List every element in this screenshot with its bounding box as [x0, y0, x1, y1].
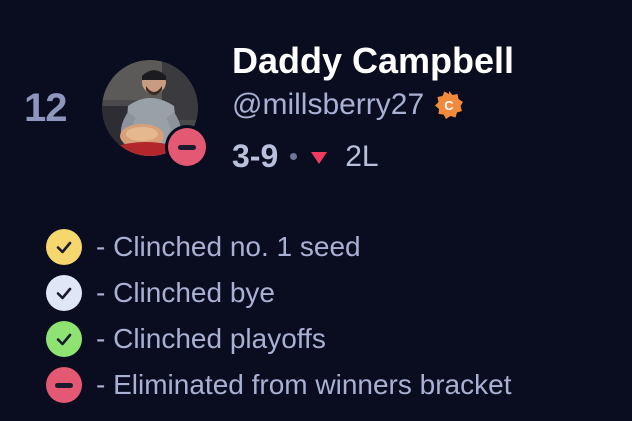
check-icon: [46, 321, 82, 357]
team-name[interactable]: Daddy Campbell: [232, 40, 514, 82]
record-row: 3-9 2L: [232, 138, 379, 175]
team-avatar-wrap[interactable]: [102, 60, 209, 169]
legend-label: - Clinched playoffs: [96, 323, 326, 354]
legend-label: - Clinched bye: [96, 277, 275, 308]
legend-label: - Eliminated from winners bracket: [96, 369, 512, 400]
legend-item-clinched-top-seed: - Clinched no. 1 seed: [46, 224, 511, 270]
commissioner-badge-icon: C: [434, 90, 464, 120]
legend-label: - Clinched no. 1 seed: [96, 231, 361, 262]
team-streak: 2L: [345, 139, 379, 173]
user-handle[interactable]: @millsberry27: [232, 88, 424, 122]
separator-dot: [290, 153, 298, 160]
commissioner-badge-letter: C: [444, 98, 454, 113]
check-icon: [46, 229, 82, 265]
streak-down-arrow-icon: [311, 151, 328, 164]
handle-row: @millsberry27 C: [232, 88, 464, 122]
check-icon: [46, 275, 82, 311]
team-rank: 12: [24, 86, 67, 130]
legend-item-clinched-playoffs: - Clinched playoffs: [46, 316, 511, 362]
status-legend: - Clinched no. 1 seed - Clinched bye - C…: [46, 224, 511, 408]
minus-icon: [46, 367, 82, 403]
eliminated-status-badge: [165, 125, 209, 169]
legend-item-clinched-bye: - Clinched bye: [46, 270, 511, 316]
eliminated-icon: [168, 128, 206, 166]
team-record: 3-9: [232, 138, 279, 174]
legend-item-eliminated: - Eliminated from winners bracket: [46, 362, 511, 408]
